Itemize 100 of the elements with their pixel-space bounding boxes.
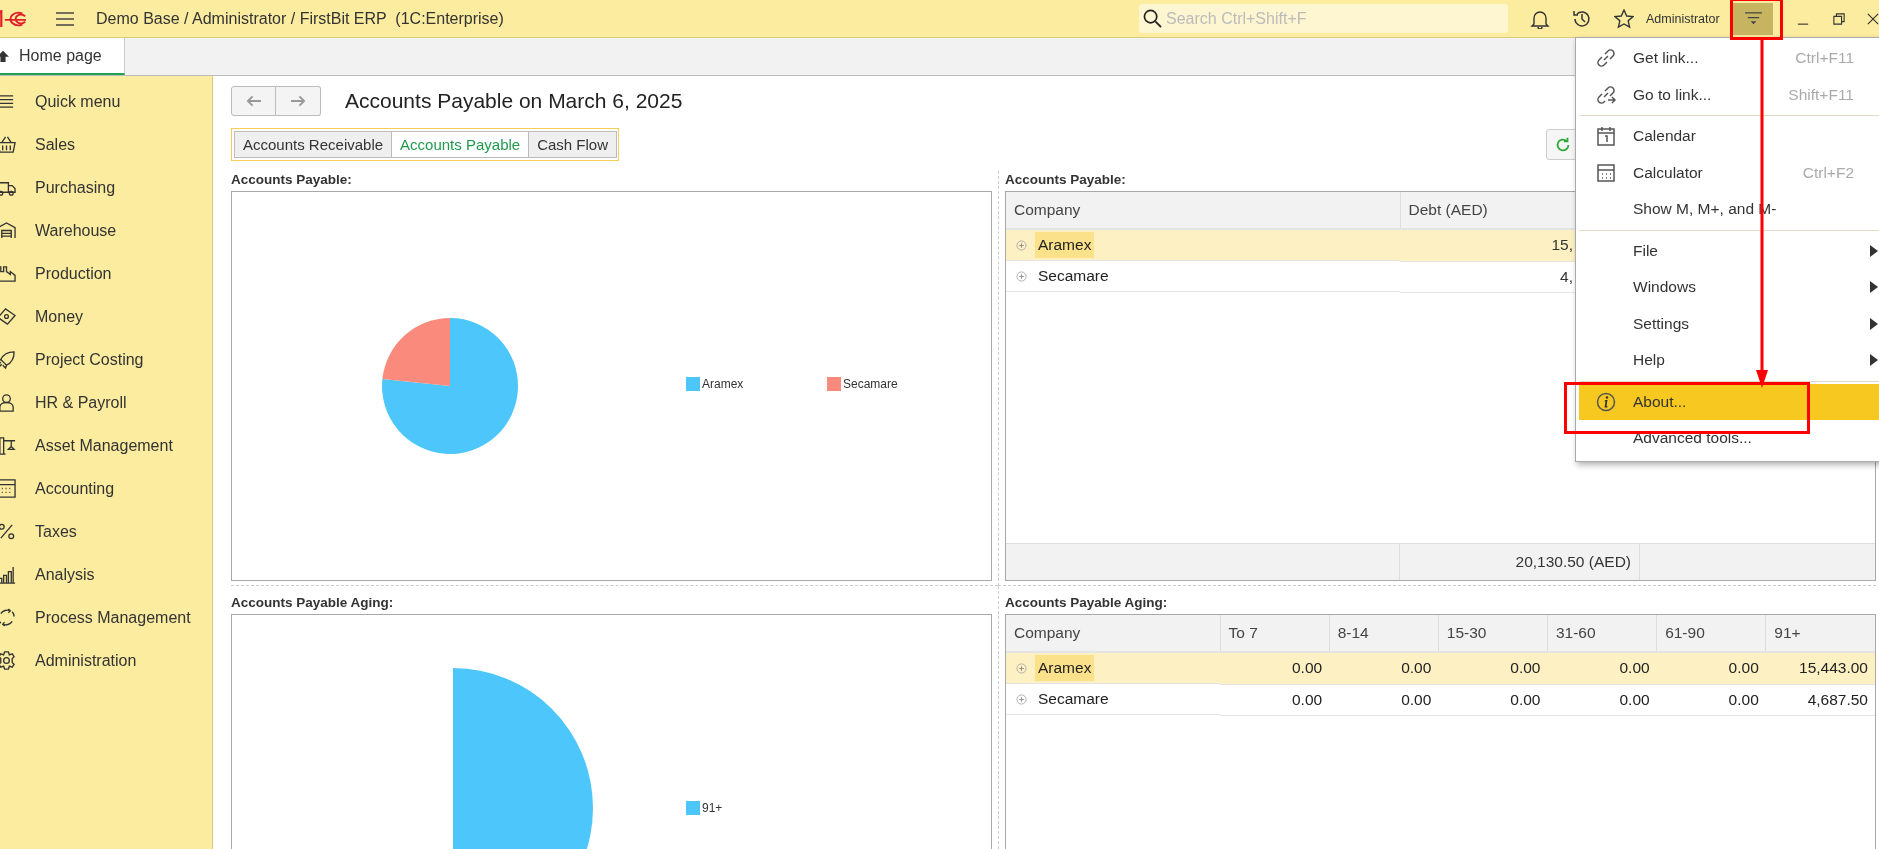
expand-icon[interactable]	[1016, 270, 1027, 282]
table-cell: 0.00	[1728, 659, 1759, 677]
close-icon[interactable]	[1867, 12, 1879, 25]
sidebar-item[interactable]: Process Management	[35, 608, 191, 627]
column-header[interactable]: 61-90	[1656, 615, 1766, 652]
table-cell: 15,	[1551, 236, 1573, 254]
menu-item[interactable]: Calculator Ctrl+F2	[1579, 154, 1879, 191]
total-cell: 20,130.50 (AED)	[1515, 553, 1631, 571]
table-cell: 0.00	[1728, 690, 1759, 708]
forward-button[interactable]	[276, 86, 321, 116]
back-button[interactable]	[231, 86, 276, 116]
table-row[interactable]: Aramex 0.00 0.00 0.00 0.00 0.00 15,443.00	[1006, 652, 1875, 684]
sidebar-item[interactable]: Money	[35, 307, 84, 326]
user-name[interactable]: Administrator	[1646, 11, 1732, 26]
app-title: Demo Base / Administrator / FirstBit ERP (1C:Enterprise)	[96, 9, 504, 28]
page-title: Accounts Payable on March 6, 2025	[345, 89, 683, 113]
table-cell: 0.00	[1292, 659, 1323, 677]
column-header[interactable]: Company	[1006, 192, 1400, 229]
panel-title: Accounts Payable Aging:	[231, 594, 394, 612]
sidebar-item[interactable]: Taxes	[35, 522, 77, 541]
panel-title: Accounts Payable:	[1005, 171, 1126, 189]
report-tab[interactable]: Accounts Receivable	[234, 131, 393, 158]
left-arrow-icon	[246, 95, 261, 107]
table-row[interactable]: Secamare 0.00 0.00 0.00 0.00 0.00 4,687.50	[1006, 684, 1875, 715]
person-icon	[0, 393, 16, 412]
list-icon	[0, 92, 16, 111]
calculator-icon	[0, 479, 16, 498]
expand-icon[interactable]	[1016, 662, 1027, 674]
sidebar-item[interactable]: Warehouse	[35, 221, 117, 240]
table-cell: 0.00	[1619, 690, 1650, 708]
warehouse-icon	[0, 221, 16, 240]
main-menu-button[interactable]	[1733, 2, 1773, 35]
panel-title: Accounts Payable:	[231, 171, 352, 189]
bell-icon[interactable]	[1530, 8, 1550, 29]
sidebar-item[interactable]: Quick menu	[35, 92, 121, 111]
table-cell: 0.00	[1401, 659, 1432, 677]
panel-title: Accounts Payable Aging:	[1005, 594, 1168, 612]
menu-item[interactable]: Calendar	[1579, 118, 1879, 155]
sidebar-item[interactable]: Project Costing	[35, 350, 144, 369]
menu-item[interactable]: Settings	[1579, 305, 1879, 342]
column-header[interactable]: 8-14	[1329, 615, 1439, 652]
home-icon	[0, 49, 9, 62]
rocket-icon	[0, 350, 16, 369]
company-name: Aramex	[1035, 232, 1095, 258]
home-tab[interactable]: Home page	[0, 38, 125, 75]
table-cell: 15,443.00	[1799, 659, 1868, 677]
search-field[interactable]: Search Ctrl+Shift+F	[1139, 4, 1508, 33]
sidebar-item[interactable]: Accounting	[35, 479, 115, 498]
banknote-icon	[0, 307, 16, 326]
company-name: Secamare	[1037, 266, 1110, 286]
table-cell: 4,687.50	[1807, 690, 1868, 708]
sidebar-item[interactable]: Administration	[35, 651, 137, 670]
link-arrow-icon	[1596, 84, 1616, 105]
table-cell: 4,	[1560, 267, 1573, 285]
table-cell: 0.00	[1510, 690, 1541, 708]
info-icon	[1596, 391, 1616, 412]
column-header[interactable]: 91+	[1765, 615, 1875, 652]
calendar-icon	[1596, 126, 1616, 147]
calculator-icon	[1596, 162, 1616, 183]
legend-label: Secamare	[843, 377, 898, 391]
history-icon[interactable]	[1572, 8, 1592, 29]
restore-icon[interactable]	[1833, 12, 1845, 25]
legend-label: Aramex	[702, 377, 744, 391]
right-arrow-icon	[290, 95, 306, 107]
table-cell: 0.00	[1619, 659, 1650, 677]
table-cell: 0.00	[1292, 690, 1323, 708]
company-name: Secamare	[1037, 689, 1110, 709]
legend-label: 91+	[702, 801, 723, 815]
logo-icon	[0, 9, 26, 28]
table-cell: 0.00	[1401, 690, 1432, 708]
menu-item[interactable]: Get link... Ctrl+F11	[1579, 40, 1879, 77]
column-header[interactable]: 15-30	[1438, 615, 1548, 652]
percent-icon	[0, 522, 16, 541]
menu-item[interactable]: Help	[1579, 342, 1879, 379]
column-header[interactable]: To 7	[1220, 615, 1330, 652]
basket-icon	[0, 135, 16, 154]
star-icon[interactable]	[1614, 8, 1634, 29]
sidebar-item[interactable]: Sales	[35, 135, 76, 154]
gear-icon	[0, 651, 16, 670]
menu-caret-icon	[1744, 11, 1762, 26]
menu-item[interactable]: Advanced tools...	[1579, 420, 1879, 457]
bar-chart-icon	[0, 565, 16, 584]
report-tab[interactable]: Cash Flow	[528, 131, 617, 158]
sidebar-item[interactable]: Asset Management	[35, 436, 173, 455]
search-icon	[1143, 9, 1162, 28]
menu-icon[interactable]	[56, 11, 74, 26]
menu-item[interactable]: About...	[1579, 383, 1879, 420]
column-header[interactable]: Company	[1006, 615, 1220, 652]
highlight-frame	[1730, 0, 1783, 40]
crane-icon	[0, 436, 16, 455]
expand-icon[interactable]	[1016, 693, 1027, 705]
column-header[interactable]: 31-60	[1547, 615, 1657, 652]
sidebar-item[interactable]: Analysis	[35, 565, 95, 584]
expand-icon[interactable]	[1016, 239, 1027, 251]
sidebar-item[interactable]: Production	[35, 264, 112, 283]
report-tab[interactable]: Accounts Payable	[391, 131, 530, 158]
cycle-icon	[0, 608, 16, 627]
sidebar-item[interactable]: Purchasing	[35, 178, 116, 197]
sidebar-item[interactable]: HR & Payroll	[35, 393, 127, 412]
menu-item[interactable]: Go to link... Shift+F11	[1579, 76, 1879, 113]
